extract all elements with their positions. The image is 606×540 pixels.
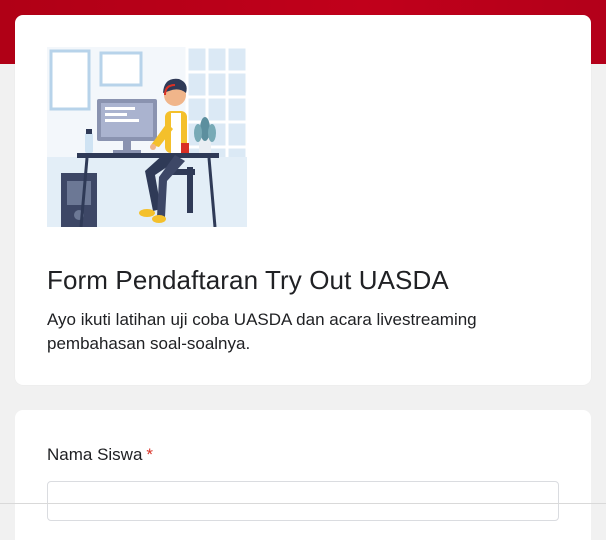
form-description: Ayo ikuti latihan uji coba UASDA dan aca… [47, 310, 477, 353]
question-label: Nama Siswa * [47, 444, 153, 466]
nama-siswa-input[interactable] [47, 481, 559, 521]
form-title: Form Pendaftaran Try Out UASDA [47, 265, 449, 295]
divider [0, 503, 606, 504]
question-card: Nama Siswa * [15, 410, 591, 540]
required-asterisk: * [146, 445, 154, 464]
person-at-computer-illustration [47, 47, 247, 227]
question-label-text: Nama Siswa [47, 445, 143, 464]
form-header-card: Form Pendaftaran Try Out UASDA Ayo ikuti… [15, 15, 591, 385]
